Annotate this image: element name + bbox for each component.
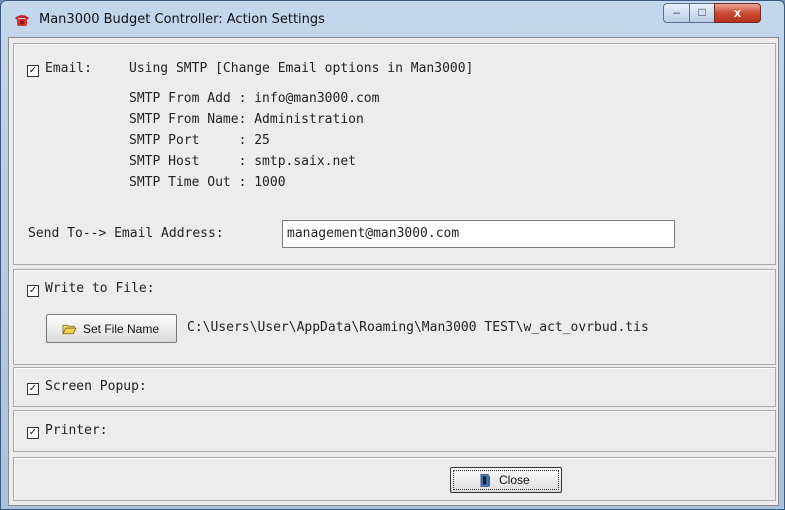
email-checkbox[interactable]: ✓	[27, 65, 39, 77]
email-label: Email:	[45, 61, 92, 76]
email-mode-text: Using SMTP [Change Email options in Man3…	[129, 61, 474, 76]
write-to-file-panel: ✓ Write to File: Set File Name C:\Users\…	[13, 269, 776, 365]
close-button[interactable]: Close	[450, 467, 562, 493]
printer-panel: ✓ Printer:	[13, 410, 776, 452]
minimize-button[interactable]: –	[663, 3, 690, 23]
printer-checkbox[interactable]: ✓	[27, 427, 39, 439]
send-to-label: Send To--> Email Address:	[28, 226, 224, 241]
set-file-name-button[interactable]: Set File Name	[46, 314, 177, 343]
smtp-from-name: SMTP From Name: Administration	[129, 112, 364, 127]
write-to-file-label: Write to File:	[45, 281, 155, 296]
send-to-email-input[interactable]: management@man3000.com	[282, 220, 675, 248]
close-window-button[interactable]: x	[714, 3, 761, 23]
file-path-text: C:\Users\User\AppData\Roaming\Man3000 TE…	[187, 320, 649, 335]
app-window: Man3000 Budget Controller: Action Settin…	[0, 0, 785, 510]
window-title: Man3000 Budget Controller: Action Settin…	[39, 12, 325, 27]
screen-popup-checkbox[interactable]: ✓	[27, 383, 39, 395]
title-bar[interactable]: Man3000 Budget Controller: Action Settin…	[1, 1, 784, 37]
smtp-from-address: SMTP From Add : info@man3000.com	[129, 91, 380, 106]
email-panel: ✓ Email: Using SMTP [Change Email option…	[13, 43, 776, 265]
footer-bar: Close	[13, 457, 776, 501]
screen-popup-label: Screen Popup:	[45, 379, 147, 394]
write-to-file-checkbox[interactable]: ✓	[27, 285, 39, 297]
set-file-name-label: Set File Name	[83, 322, 160, 336]
send-to-email-value: management@man3000.com	[287, 226, 460, 241]
printer-label: Printer:	[45, 423, 108, 438]
smtp-port: SMTP Port : 25	[129, 133, 270, 148]
close-button-label: Close	[499, 473, 530, 487]
door-exit-icon	[480, 474, 491, 487]
screen-popup-panel: ✓ Screen Popup:	[13, 367, 776, 407]
maximize-button[interactable]: □	[689, 3, 715, 23]
folder-open-icon	[62, 324, 77, 335]
app-phone-icon	[15, 15, 29, 26]
settings-client-area: ✓ Email: Using SMTP [Change Email option…	[8, 37, 779, 506]
smtp-host: SMTP Host : smtp.saix.net	[129, 154, 356, 169]
smtp-timeout: SMTP Time Out : 1000	[129, 175, 286, 190]
